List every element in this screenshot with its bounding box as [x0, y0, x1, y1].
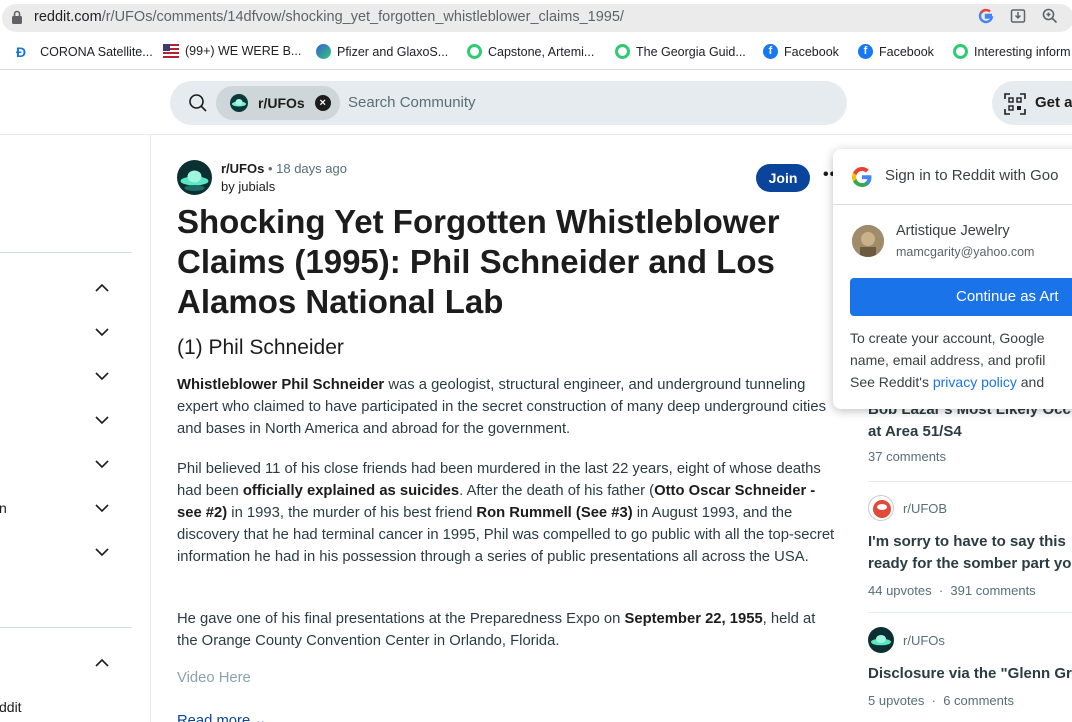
- green-circle-icon: [953, 44, 968, 59]
- feed-subreddit[interactable]: r/UFOs: [903, 633, 945, 648]
- feed-divider: [868, 481, 1072, 482]
- chevron-down-icon[interactable]: [95, 328, 109, 337]
- left-sidebar: n ddit: [0, 135, 151, 722]
- lock-icon: [12, 10, 22, 24]
- post-paragraph: Whistleblower Phil Schneider was a geolo…: [177, 377, 826, 437]
- ufo-icon: [180, 170, 209, 191]
- reddit-header: r/UFOs × Search Community Get a: [0, 71, 1072, 135]
- search-bar[interactable]: r/UFOs × Search Community: [170, 81, 847, 125]
- get-app-button[interactable]: Get a: [992, 81, 1072, 125]
- chevron-up-icon[interactable]: [95, 658, 109, 667]
- post-paragraph: He gave one of his final presentations a…: [177, 611, 816, 649]
- chevron-down-icon[interactable]: [95, 548, 109, 557]
- google-signin-popup: Sign in to Reddit with Goo Artistique Je…: [833, 149, 1072, 409]
- green-circle-icon: [615, 44, 630, 59]
- sidebar-divider: [0, 252, 132, 253]
- google-logo-icon: [852, 166, 872, 188]
- post-heading: (1) Phil Schneider: [177, 336, 344, 359]
- chevron-down-icon[interactable]: [95, 416, 109, 425]
- green-circle-icon: [467, 44, 482, 59]
- close-icon[interactable]: ×: [314, 95, 331, 111]
- account-email: mamcgarity@yahoo.com: [896, 245, 1035, 259]
- install-app-icon[interactable]: [1010, 8, 1026, 24]
- ufo-avatar-icon: [230, 94, 248, 112]
- google-icon[interactable]: [978, 8, 994, 24]
- zoom-icon[interactable]: [1042, 8, 1058, 24]
- chevron-up-icon[interactable]: [95, 283, 109, 292]
- ufob-icon: [873, 500, 891, 518]
- popup-header: Sign in to Reddit with Goo: [833, 149, 1072, 205]
- privacy-policy-link[interactable]: privacy policy: [933, 374, 1017, 390]
- sidebar-partial-label: n: [0, 500, 7, 516]
- subreddit-avatar[interactable]: [868, 495, 894, 521]
- post-paragraph: Phil believed 11 of his close friends ha…: [177, 461, 835, 565]
- bookmark-item[interactable]: f Facebook: [858, 44, 934, 59]
- bookmark-item[interactable]: Ɖ CORONA Satellite...: [16, 44, 153, 60]
- flag-icon: [163, 44, 179, 58]
- qr-code-icon: [1004, 93, 1026, 115]
- chevron-down-icon[interactable]: [95, 372, 109, 381]
- d-icon: Ɖ: [16, 44, 27, 60]
- bookmark-item[interactable]: Pfizer and GlaxoS...: [316, 44, 448, 59]
- continue-as-button[interactable]: Continue as Art: [850, 278, 1072, 316]
- url-text[interactable]: reddit.com/r/UFOs/comments/14dfvow/shock…: [34, 9, 624, 25]
- chevron-down-icon[interactable]: [95, 504, 109, 513]
- join-button[interactable]: Join: [756, 164, 810, 192]
- feed-item[interactable]: Disclosure via the "Glenn Gr 5 upvotes ·…: [868, 663, 1072, 708]
- edge-icon: [316, 44, 331, 59]
- sidebar-partial-label[interactable]: ddit: [0, 699, 22, 715]
- community-filter-chip[interactable]: r/UFOs ×: [216, 86, 340, 120]
- bookmark-item[interactable]: Interesting inform: [953, 44, 1071, 59]
- subreddit-avatar[interactable]: [868, 627, 894, 653]
- bookmark-item[interactable]: Capstone, Artemi...: [467, 44, 594, 59]
- feed-divider: [868, 612, 1072, 613]
- bookmark-item[interactable]: f Facebook: [763, 44, 839, 59]
- read-more-link[interactable]: Read more ⌄: [177, 712, 267, 722]
- popup-disclaimer: To create your account, Google name, ema…: [850, 330, 1046, 390]
- feed-subreddit[interactable]: r/UFOB: [903, 501, 947, 516]
- facebook-icon: f: [763, 44, 778, 59]
- facebook-icon: f: [858, 44, 873, 59]
- bookmarks-bar: Ɖ CORONA Satellite... (99+) WE WERE B...…: [0, 36, 1072, 70]
- video-link[interactable]: Video Here: [177, 670, 251, 686]
- search-icon: [189, 94, 207, 112]
- post-title: Shocking Yet Forgotten Whistleblower Cla…: [177, 203, 780, 320]
- browser-address-bar: reddit.com/r/UFOs/comments/14dfvow/shock…: [0, 0, 1072, 36]
- account-avatar: [852, 225, 884, 257]
- search-input[interactable]: Search Community: [348, 94, 476, 111]
- feed-item[interactable]: I'm sorry to have to say this ready for …: [868, 531, 1071, 598]
- bookmark-item[interactable]: The Georgia Guid...: [615, 44, 746, 59]
- subreddit-link[interactable]: r/UFOs: [221, 161, 264, 176]
- bookmark-item[interactable]: (99+) WE WERE B...: [163, 44, 301, 58]
- sidebar-divider: [0, 627, 132, 628]
- account-name: Artistique Jewelry: [896, 223, 1010, 239]
- post-meta: r/UFOs • 18 days ago: [221, 161, 347, 176]
- subreddit-avatar[interactable]: [177, 160, 212, 195]
- ufo-icon: [871, 635, 891, 646]
- post-author[interactable]: by jubials: [221, 179, 275, 194]
- chevron-down-icon[interactable]: [95, 460, 109, 469]
